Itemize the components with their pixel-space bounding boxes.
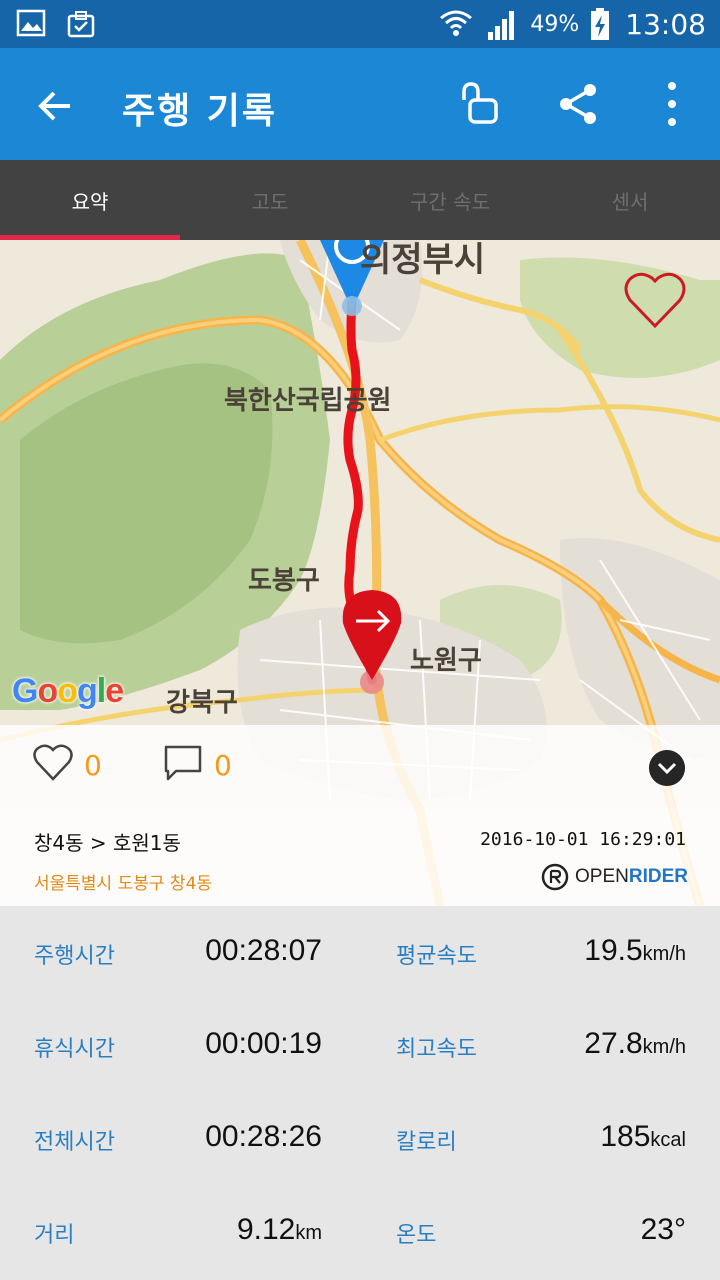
ride-datetime: 2016-10-01 16:29:01 <box>480 829 686 850</box>
stat-label-distance: 거리 <box>34 1223 75 1248</box>
brand-text-open: OPEN <box>575 866 629 887</box>
more-options-icon[interactable] <box>652 78 692 130</box>
comment-count: 0 <box>214 749 232 782</box>
map-label-dobong: 도봉구 <box>248 566 320 596</box>
stat-value-calories: 185kcal <box>600 1120 686 1153</box>
page-title: 주행 기록 <box>122 91 278 132</box>
stat-label-max-speed: 최고속도 <box>396 1037 477 1062</box>
back-arrow-icon[interactable] <box>30 80 82 132</box>
route-summary: 창4동 > 호원1동 <box>34 831 181 855</box>
stat-value-total-time: 00:28:26 <box>205 1120 322 1153</box>
ride-info: 창4동 > 호원1동 서울특별시 도봉구 창4동 2016-10-01 16:2… <box>0 807 720 906</box>
stat-label-ride-time: 주행시간 <box>34 944 115 969</box>
ride-stats: 주행시간 00:28:07 평균속도 19.5km/h 휴식시간 00:00:1… <box>0 906 720 1280</box>
wifi-icon <box>440 10 473 36</box>
tab-bar: 요약 고도 구간 속도 센서 <box>0 160 720 240</box>
status-bar: 49% 13:08 <box>0 0 720 48</box>
route-map[interactable]: 의정부시 북한산국립공원 도봉구 노원구 강북구 Google 0 0 창4동 … <box>0 240 720 906</box>
stat-row: 주행시간 00:28:07 평균속도 19.5km/h <box>0 924 720 984</box>
openrider-logo-icon <box>541 863 569 891</box>
unlock-icon[interactable] <box>456 78 508 130</box>
stat-label-avg-speed: 평균속도 <box>396 944 477 969</box>
stat-label-rest-time: 휴식시간 <box>34 1037 115 1062</box>
battery-charging-icon <box>591 8 610 40</box>
map-label-city: 의정부시 <box>360 240 486 280</box>
stat-value-max-speed: 27.8km/h <box>584 1027 686 1060</box>
signal-icon <box>488 11 515 40</box>
expand-chevron-icon[interactable] <box>649 750 685 786</box>
stat-value-temperature: 23° <box>640 1213 686 1246</box>
tab-summary[interactable]: 요약 <box>0 160 180 240</box>
comment-icon[interactable] <box>162 743 204 783</box>
social-bar: 0 0 <box>0 725 720 807</box>
favorite-heart-icon[interactable] <box>622 270 688 332</box>
stat-value-avg-speed: 19.5km/h <box>584 934 686 967</box>
clock: 13:08 <box>625 7 706 41</box>
tab-section-speed[interactable]: 구간 속도 <box>360 160 540 240</box>
share-icon[interactable] <box>552 78 604 130</box>
clipboard-check-icon <box>67 11 95 38</box>
stat-row: 거리 9.12km 온도 23° <box>0 1203 720 1263</box>
stat-label-temperature: 온도 <box>396 1223 437 1248</box>
stat-value-distance: 9.12km <box>236 1213 322 1246</box>
stat-value-rest-time: 00:00:19 <box>205 1027 322 1060</box>
start-address: 서울특별시 도봉구 창4동 <box>34 874 213 894</box>
like-count: 0 <box>84 749 102 782</box>
map-label-park: 북한산국립공원 <box>224 386 392 416</box>
stat-label-calories: 칼로리 <box>396 1130 457 1155</box>
battery-percent: 49% <box>530 11 580 37</box>
stat-value-ride-time: 00:28:07 <box>205 934 322 967</box>
tab-sensor[interactable]: 센서 <box>540 160 720 240</box>
stat-row: 휴식시간 00:00:19 최고속도 27.8km/h <box>0 1017 720 1077</box>
stat-label-total-time: 전체시간 <box>34 1130 115 1155</box>
stat-row: 전체시간 00:28:26 칼로리 185kcal <box>0 1110 720 1170</box>
google-logo: Google <box>12 672 124 710</box>
app-bar: 주행 기록 <box>0 48 720 160</box>
brand-text-rider: RIDER <box>628 866 688 887</box>
like-heart-icon[interactable] <box>32 743 74 783</box>
gallery-icon <box>16 9 46 37</box>
map-label-gangbuk: 강북구 <box>166 688 238 718</box>
openrider-brand: OPEN RIDER <box>541 863 688 891</box>
tab-elevation[interactable]: 고도 <box>180 160 360 240</box>
map-label-nowon: 노원구 <box>410 646 482 676</box>
